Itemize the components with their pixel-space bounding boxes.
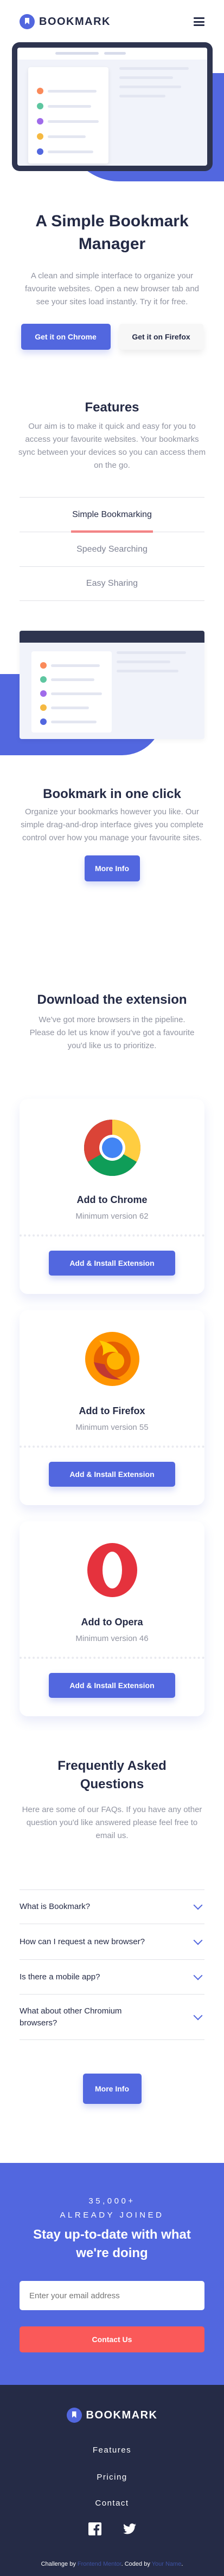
landing-page: BOOKMARK A Simple Bookmark Manager A cle… xyxy=(0,0,224,2576)
faq-text: Here are some of our FAQs. If you have a… xyxy=(22,1805,202,1840)
feature-panel-title: Bookmark in one click xyxy=(43,787,181,801)
features-tabs: Simple Bookmarking Speedy Searching Easy… xyxy=(20,497,204,601)
footer-link-pricing[interactable]: Pricing xyxy=(0,2473,224,2482)
attribution: Challenge by Frontend Mentor. Coded by Y… xyxy=(41,2561,183,2567)
chevron-down-icon xyxy=(193,2011,203,2020)
firefox-card-title: Add to Firefox xyxy=(79,1405,145,1416)
newsletter-kicker: 35,000+ ALREADY JOINED xyxy=(60,2196,164,2220)
faq-item[interactable]: What is Bookmark? xyxy=(20,1889,204,1924)
feature-more-info-button[interactable]: More Info xyxy=(84,855,140,881)
author-link[interactable]: Your Name xyxy=(152,2561,182,2567)
tab-speedy-searching[interactable]: Speedy Searching xyxy=(20,532,204,566)
opera-install-button[interactable]: Add & Install Extension xyxy=(49,1673,175,1698)
opera-icon xyxy=(83,1541,142,1599)
faq-list: What is Bookmark? How can I request a ne… xyxy=(20,1889,204,2040)
hero-tablet-illustration xyxy=(12,42,213,171)
chrome-card-title: Add to Chrome xyxy=(76,1194,148,1205)
bookmark-logo-icon xyxy=(66,2408,82,2423)
newsletter-title: Stay up-to-date with what we're doing xyxy=(33,2227,191,2260)
download-text: We've got more browsers in the pipeline.… xyxy=(29,1015,195,1050)
chrome-card-min-version: Minimum version 62 xyxy=(75,1212,149,1221)
firefox-icon xyxy=(83,1330,142,1388)
faq-more-info-button[interactable]: More Info xyxy=(82,2074,142,2104)
feature-panel-text: Organize your bookmarks however you like… xyxy=(21,807,203,842)
chrome-install-button[interactable]: Add & Install Extension xyxy=(49,1251,175,1276)
footer-brand-name: BOOKMARK xyxy=(86,2409,158,2421)
features-header: Features Our aim is to make it quick and… xyxy=(0,398,224,472)
frontend-mentor-link[interactable]: Frontend Mentor xyxy=(78,2561,121,2567)
firefox-card-min-version: Minimum version 55 xyxy=(75,1423,149,1432)
faq-item[interactable]: How can I request a new browser? xyxy=(20,1924,204,1960)
brand-logo[interactable]: BOOKMARK xyxy=(20,14,111,29)
opera-card-min-version: Minimum version 46 xyxy=(75,1634,149,1643)
brand-name: BOOKMARK xyxy=(39,15,111,28)
firefox-card: Add to Firefox Minimum version 55 Add & … xyxy=(20,1310,204,1505)
faq-item[interactable]: Is there a mobile app? xyxy=(20,1960,204,1995)
footer-link-features[interactable]: Features xyxy=(0,2446,224,2455)
download-title: Download the extension xyxy=(37,992,187,1007)
tab-easy-sharing[interactable]: Easy Sharing xyxy=(20,566,204,601)
twitter-icon[interactable] xyxy=(123,2522,136,2535)
download-header: Download the extension We've got more br… xyxy=(0,991,224,1052)
feature-illustration xyxy=(20,631,204,739)
get-chrome-button[interactable]: Get it on Chrome xyxy=(21,324,111,350)
faq-item[interactable]: What about other Chromium browsers? xyxy=(20,1995,204,2040)
chevron-down-icon xyxy=(193,1900,203,1910)
facebook-icon[interactable] xyxy=(88,2522,101,2535)
firefox-install-button[interactable]: Add & Install Extension xyxy=(49,1462,175,1487)
footer-logo[interactable]: BOOKMARK xyxy=(0,2408,224,2423)
faq-header: Frequently Asked Questions Here are some… xyxy=(0,1757,224,1842)
faq-title: Frequently Asked Questions xyxy=(57,1758,167,1792)
tab-simple-bookmarking[interactable]: Simple Bookmarking xyxy=(20,497,204,533)
chrome-icon xyxy=(83,1119,142,1177)
contact-us-button[interactable]: Contact Us xyxy=(20,2326,204,2352)
hero-text: A clean and simple interface to organize… xyxy=(24,271,199,306)
opera-card: Add to Opera Minimum version 46 Add & In… xyxy=(20,1521,204,1716)
social-links xyxy=(0,2522,224,2535)
chevron-down-icon xyxy=(193,1971,203,1980)
features-title: Features xyxy=(85,400,139,415)
hero-title: A Simple Bookmark Manager xyxy=(35,212,189,253)
chevron-down-icon xyxy=(193,1936,203,1945)
hero-section: A Simple Bookmark Manager A clean and si… xyxy=(0,210,224,350)
site-footer: BOOKMARK Features Pricing Contact Challe… xyxy=(0,2385,224,2576)
opera-card-title: Add to Opera xyxy=(81,1617,143,1627)
bookmark-logo-icon xyxy=(20,14,35,29)
footer-link-contact[interactable]: Contact xyxy=(0,2499,224,2508)
email-input[interactable] xyxy=(20,2281,204,2310)
chrome-card: Add to Chrome Minimum version 62 Add & I… xyxy=(20,1099,204,1294)
features-text: Our aim is to make it quick and easy for… xyxy=(18,422,206,470)
site-header: BOOKMARK xyxy=(0,0,224,43)
feature-panel: Bookmark in one click Organize your book… xyxy=(0,785,224,881)
newsletter-section: 35,000+ ALREADY JOINED Stay up-to-date w… xyxy=(0,2163,224,2385)
get-firefox-button[interactable]: Get it on Firefox xyxy=(119,324,203,350)
hamburger-menu-icon[interactable] xyxy=(194,17,204,26)
